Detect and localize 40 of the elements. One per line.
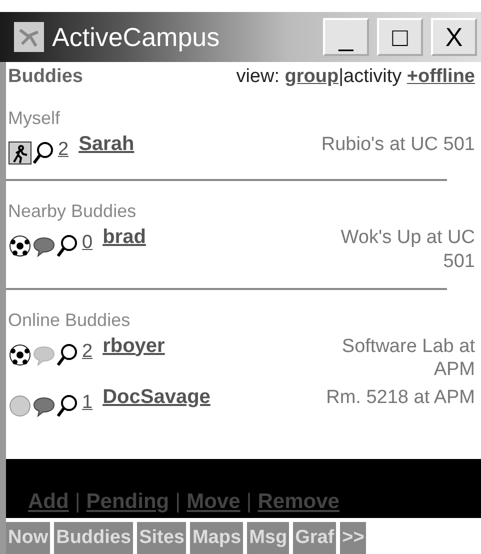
location-text: Rubio's at UC 501 bbox=[320, 133, 475, 157]
separator: | bbox=[246, 490, 252, 514]
window-title: ActiveCampus bbox=[52, 22, 221, 52]
separator: | bbox=[338, 66, 344, 88]
count-link[interactable]: 0 bbox=[82, 226, 93, 254]
location-text: Rm. 5218 at APM bbox=[325, 386, 475, 410]
magnifier-icon bbox=[56, 394, 78, 418]
view-label: view: bbox=[236, 66, 280, 88]
page-title: Buddies bbox=[8, 66, 84, 88]
buddy-name-link[interactable]: brad bbox=[102, 226, 146, 249]
offline-link[interactable]: +offline bbox=[406, 66, 475, 88]
location-text: Wok's Up at UC 501 bbox=[340, 226, 475, 274]
ball-icon bbox=[8, 394, 32, 418]
location-text: Software Lab at APM bbox=[340, 334, 475, 382]
magnifier-icon bbox=[56, 234, 78, 258]
speech-bubble-icon bbox=[32, 344, 56, 366]
count-link[interactable]: 2 bbox=[82, 334, 93, 362]
separator: | bbox=[175, 490, 181, 514]
count-link[interactable]: 1 bbox=[82, 386, 93, 414]
window-control-button[interactable]: _ bbox=[323, 18, 369, 56]
soccer-ball-icon bbox=[8, 234, 32, 258]
buddy-name-link[interactable]: Sarah bbox=[78, 133, 134, 156]
separator: | bbox=[74, 490, 80, 514]
magnifier-icon bbox=[32, 141, 54, 165]
view-option-link[interactable]: group bbox=[284, 66, 339, 88]
app-icon bbox=[14, 22, 44, 52]
speech-bubble-icon bbox=[32, 236, 56, 258]
buddy-name-link[interactable]: DocSavage bbox=[102, 386, 210, 409]
section-heading: Online Buddies bbox=[8, 310, 132, 330]
speech-bubble-icon bbox=[32, 396, 56, 418]
view-option: activity bbox=[344, 66, 402, 88]
section-heading: Nearby Buddies bbox=[8, 201, 138, 222]
soccer-ball-icon bbox=[8, 342, 32, 366]
window-control-button[interactable]: X bbox=[431, 18, 477, 56]
walking-person-icon bbox=[8, 141, 32, 165]
magnifier-icon bbox=[56, 342, 78, 366]
count-link[interactable]: 2 bbox=[58, 133, 69, 161]
section-heading: Myself bbox=[8, 108, 62, 129]
buddy-name-link[interactable]: rboyer bbox=[102, 334, 165, 358]
window-control-button[interactable]: □ bbox=[377, 18, 423, 56]
